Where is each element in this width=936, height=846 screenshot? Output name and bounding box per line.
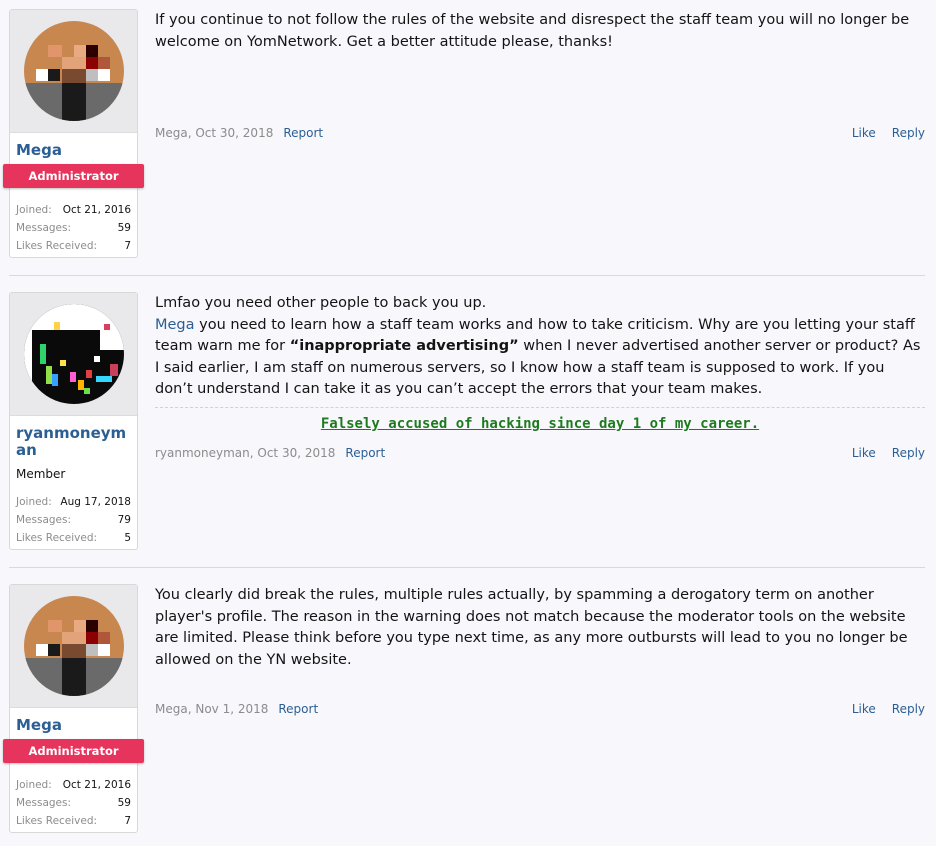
stat-joined: Joined: Aug 17, 2018 (16, 493, 131, 511)
avatar-container[interactable] (10, 293, 137, 416)
user-stats: Joined: Oct 21, 2016 Messages: 59 Likes Re… (16, 201, 131, 255)
user-card: Mega Administrator Joined: Oct 21, 2016 M… (3, 584, 144, 833)
stat-messages: Messages: 59 (16, 219, 131, 237)
role-label: Member (16, 467, 66, 481)
stat-label: Messages: (16, 222, 72, 234)
reply-link[interactable]: Reply (892, 446, 925, 460)
post-text: Mega you need to learn how a staff team … (155, 315, 925, 401)
post-text: Lmfao you need other people to back you … (155, 295, 487, 311)
stat-value: Oct 21, 2016 (62, 204, 131, 216)
stat-likes: Likes Received: 5 (16, 529, 131, 547)
user-stats: Joined: Oct 21, 2016 Messages: 59 Likes Re… (16, 776, 131, 830)
stat-value: 5 (124, 532, 131, 544)
stat-label: Joined: (16, 204, 52, 216)
report-link[interactable]: Report (283, 126, 323, 140)
role-badge: Administrator (3, 739, 144, 763)
post-actions: Like Reply (836, 126, 925, 140)
stat-value: 7 (124, 815, 131, 827)
stat-label: Messages: (16, 514, 72, 526)
post-meta: ryanmoneyman, Oct 30, 2018 Report Like Rep… (155, 446, 925, 460)
post-meta-left: ryanmoneyman, Oct 30, 2018 Report (155, 446, 385, 460)
post-divider (9, 275, 925, 276)
stat-label: Likes Received: (16, 532, 98, 544)
stat-messages: Messages: 79 (16, 511, 131, 529)
post-body: Lmfao you need other people to back you … (155, 293, 925, 401)
stat-messages: Messages: 59 (16, 794, 131, 812)
post-meta: Mega, Oct 30, 2018 Report Like Reply (155, 126, 925, 140)
user-card: Mega Administrator Joined: Oct 21, 2016 M… (3, 9, 144, 258)
stat-joined: Joined: Oct 21, 2016 (16, 776, 131, 794)
username[interactable]: ryanmoneyman (16, 425, 137, 459)
role-badge: Administrator (3, 164, 144, 188)
report-link[interactable]: Report (345, 446, 385, 460)
post-actions: Like Reply (836, 446, 925, 460)
stat-joined: Joined: Oct 21, 2016 (16, 201, 131, 219)
like-link[interactable]: Like (852, 702, 876, 716)
like-link[interactable]: Like (852, 446, 876, 460)
avatar[interactable] (23, 304, 124, 404)
post-actions: Like Reply (836, 702, 925, 716)
stat-likes: Likes Received: 7 (16, 812, 131, 830)
author-date[interactable]: Mega, Nov 1, 2018 (155, 702, 268, 716)
reply-link[interactable]: Reply (892, 126, 925, 140)
stat-likes: Likes Received: 7 (16, 237, 131, 255)
stat-label: Likes Received: (16, 815, 98, 827)
stat-value: 7 (124, 240, 131, 252)
reply-link[interactable]: Reply (892, 702, 925, 716)
post-body: You clearly did break the rules, multipl… (155, 585, 925, 671)
stat-value: Aug 17, 2018 (60, 496, 131, 508)
report-link[interactable]: Report (278, 702, 318, 716)
avatar-container[interactable] (10, 10, 137, 133)
user-stats: Joined: Aug 17, 2018 Messages: 79 Likes Re… (16, 493, 131, 547)
post-body: If you continue to not follow the rules … (155, 10, 925, 53)
username[interactable]: Mega (16, 717, 137, 734)
author-date[interactable]: ryanmoneyman, Oct 30, 2018 (155, 446, 335, 460)
post-meta-left: Mega, Oct 30, 2018 Report (155, 126, 323, 140)
stat-label: Joined: (16, 496, 52, 508)
user-card: ryanmoneyman Member Joined: Aug 17, 2018 … (9, 292, 138, 550)
post-text: You clearly did break the rules, multipl… (155, 587, 908, 668)
post-text: If you continue to not follow the rules … (155, 12, 910, 50)
avatar[interactable] (23, 21, 124, 121)
stat-label: Likes Received: (16, 240, 98, 252)
like-link[interactable]: Like (852, 126, 876, 140)
stat-label: Messages: (16, 797, 72, 809)
avatar-container[interactable] (10, 585, 137, 708)
avatar[interactable] (23, 596, 124, 696)
stat-value: 59 (117, 222, 131, 234)
author-date[interactable]: Mega, Oct 30, 2018 (155, 126, 273, 140)
stat-value: Oct 21, 2016 (62, 779, 131, 791)
post-meta-left: Mega, Nov 1, 2018 Report (155, 702, 318, 716)
bold-text: “inappropriate advertising” (289, 338, 519, 354)
username[interactable]: Mega (16, 142, 137, 159)
stat-value: 79 (117, 514, 131, 526)
signature: Falsely accused of hacking since day 1 o… (155, 407, 925, 432)
post-divider (9, 567, 925, 568)
stat-label: Joined: (16, 779, 52, 791)
stat-value: 59 (117, 797, 131, 809)
post-meta: Mega, Nov 1, 2018 Report Like Reply (155, 702, 925, 716)
user-mention[interactable]: Mega (155, 317, 195, 333)
